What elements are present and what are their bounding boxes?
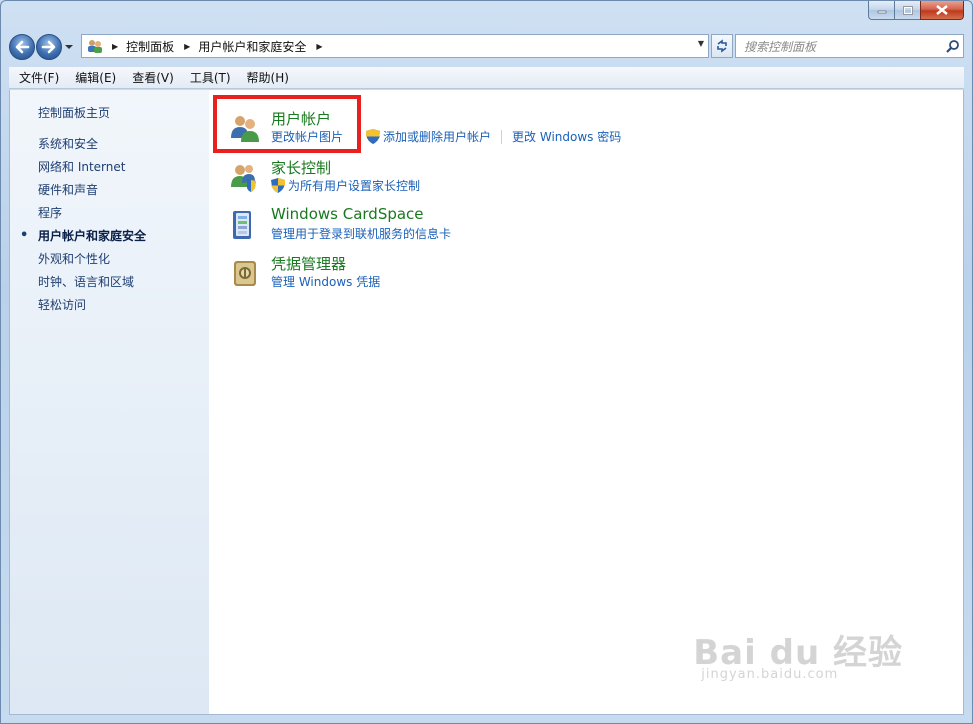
refresh-icon — [717, 39, 727, 53]
back-button[interactable] — [9, 34, 35, 60]
breadcrumb-user-accounts[interactable]: 用户帐户和家庭安全 — [198, 38, 306, 55]
menu-help[interactable]: 帮助(H) — [239, 67, 297, 89]
refresh-button[interactable] — [711, 34, 733, 58]
credential-manager-icon — [234, 261, 256, 286]
menu-bar: 文件(F) 编辑(E) 查看(V) 工具(T) 帮助(H) — [9, 67, 964, 89]
uac-shield-icon — [271, 178, 285, 193]
sidebar-item-programs[interactable]: 程序 — [38, 206, 146, 229]
content-area: 控制面板主页 系统和安全 网络和 Internet 硬件和声音 程序 用户帐户和… — [9, 90, 964, 715]
search-icon[interactable] — [943, 36, 963, 56]
control-panel-window: ▶ 控制面板 ▶ 用户帐户和家庭安全 ▶ ▼ 搜索控制面板 文件(F) 编辑(E… — [0, 0, 973, 724]
chevron-down-icon — [65, 45, 73, 49]
breadcrumb-separator-icon[interactable]: ▶ — [184, 42, 190, 51]
link-separator — [501, 129, 503, 144]
sidebar-item-system-security[interactable]: 系统和安全 — [38, 137, 146, 160]
minimize-button[interactable] — [868, 1, 894, 20]
breadcrumb-separator-icon[interactable]: ▶ — [316, 42, 322, 51]
close-icon — [936, 5, 948, 15]
sidebar-home-link[interactable]: 控制面板主页 — [38, 104, 110, 121]
search-box[interactable]: 搜索控制面板 — [735, 34, 964, 58]
manage-windows-credentials-link[interactable]: 管理 Windows 凭据 — [271, 273, 380, 290]
sidebar-item-appearance[interactable]: 外观和个性化 — [38, 252, 146, 275]
add-remove-user-accounts-link[interactable]: 添加或删除用户帐户 — [383, 128, 491, 145]
manage-information-cards-link[interactable]: 管理用于登录到联机服务的信息卡 — [271, 225, 451, 242]
close-button[interactable] — [920, 1, 964, 20]
sidebar-item-ease-of-access[interactable]: 轻松访问 — [38, 298, 146, 321]
maximize-icon — [902, 5, 913, 15]
sidebar: 控制面板主页 系统和安全 网络和 Internet 硬件和声音 程序 用户帐户和… — [10, 90, 209, 714]
cardspace-icon — [233, 211, 251, 239]
category-title-credential-manager[interactable]: 凭据管理器 — [271, 253, 346, 274]
breadcrumb-separator-icon[interactable]: ▶ — [112, 42, 118, 51]
category-links: 管理 Windows 凭据 — [271, 273, 380, 290]
caption-buttons — [868, 1, 964, 21]
forward-arrow-icon — [41, 40, 56, 54]
highlight-box — [213, 95, 361, 153]
address-history-dropdown[interactable]: ▼ — [698, 39, 704, 48]
uac-shield-icon — [366, 129, 381, 144]
forward-button[interactable] — [36, 34, 62, 60]
menu-view[interactable]: 查看(V) — [124, 67, 182, 89]
navigation-bar: ▶ 控制面板 ▶ 用户帐户和家庭安全 ▶ ▼ 搜索控制面板 — [9, 31, 964, 63]
sidebar-list: 系统和安全 网络和 Internet 硬件和声音 程序 用户帐户和家庭安全 外观… — [20, 137, 146, 321]
category-title-cardspace[interactable]: Windows CardSpace — [271, 205, 424, 223]
control-panel-icon — [88, 40, 102, 53]
sidebar-item-user-accounts[interactable]: 用户帐户和家庭安全 — [20, 229, 146, 252]
menu-tools[interactable]: 工具(T) — [182, 67, 239, 89]
maximize-button[interactable] — [894, 1, 920, 20]
main-panel: 用户帐户 更改帐户图片 添加或删除用户帐户 更改 Windows 密码 家长控制… — [209, 90, 963, 714]
search-input[interactable]: 搜索控制面板 — [744, 38, 943, 55]
breadcrumb-control-panel[interactable]: 控制面板 — [126, 38, 174, 55]
menu-file[interactable]: 文件(F) — [11, 67, 67, 89]
change-windows-password-link[interactable]: 更改 Windows 密码 — [512, 128, 621, 145]
menu-edit[interactable]: 编辑(E) — [67, 67, 124, 89]
baidu-watermark: Bai du 经验 jingyan.baidu.com — [693, 625, 903, 682]
back-arrow-icon — [15, 40, 30, 54]
parental-control-icon — [231, 165, 256, 192]
sidebar-item-hardware-sound[interactable]: 硬件和声音 — [38, 183, 146, 206]
category-links: 为所有用户设置家长控制 — [271, 177, 420, 194]
address-bar[interactable]: ▶ 控制面板 ▶ 用户帐户和家庭安全 ▶ ▼ — [81, 34, 709, 58]
category-links: 管理用于登录到联机服务的信息卡 — [271, 225, 451, 242]
watermark-url: jingyan.baidu.com — [701, 667, 839, 682]
minimize-icon — [877, 10, 886, 14]
category-title-parental-controls[interactable]: 家长控制 — [271, 157, 331, 178]
recent-pages-dropdown[interactable] — [63, 34, 75, 60]
sidebar-item-clock-language[interactable]: 时钟、语言和区域 — [38, 275, 146, 298]
sidebar-item-network-internet[interactable]: 网络和 Internet — [38, 160, 146, 183]
set-parental-controls-link[interactable]: 为所有用户设置家长控制 — [288, 177, 420, 194]
